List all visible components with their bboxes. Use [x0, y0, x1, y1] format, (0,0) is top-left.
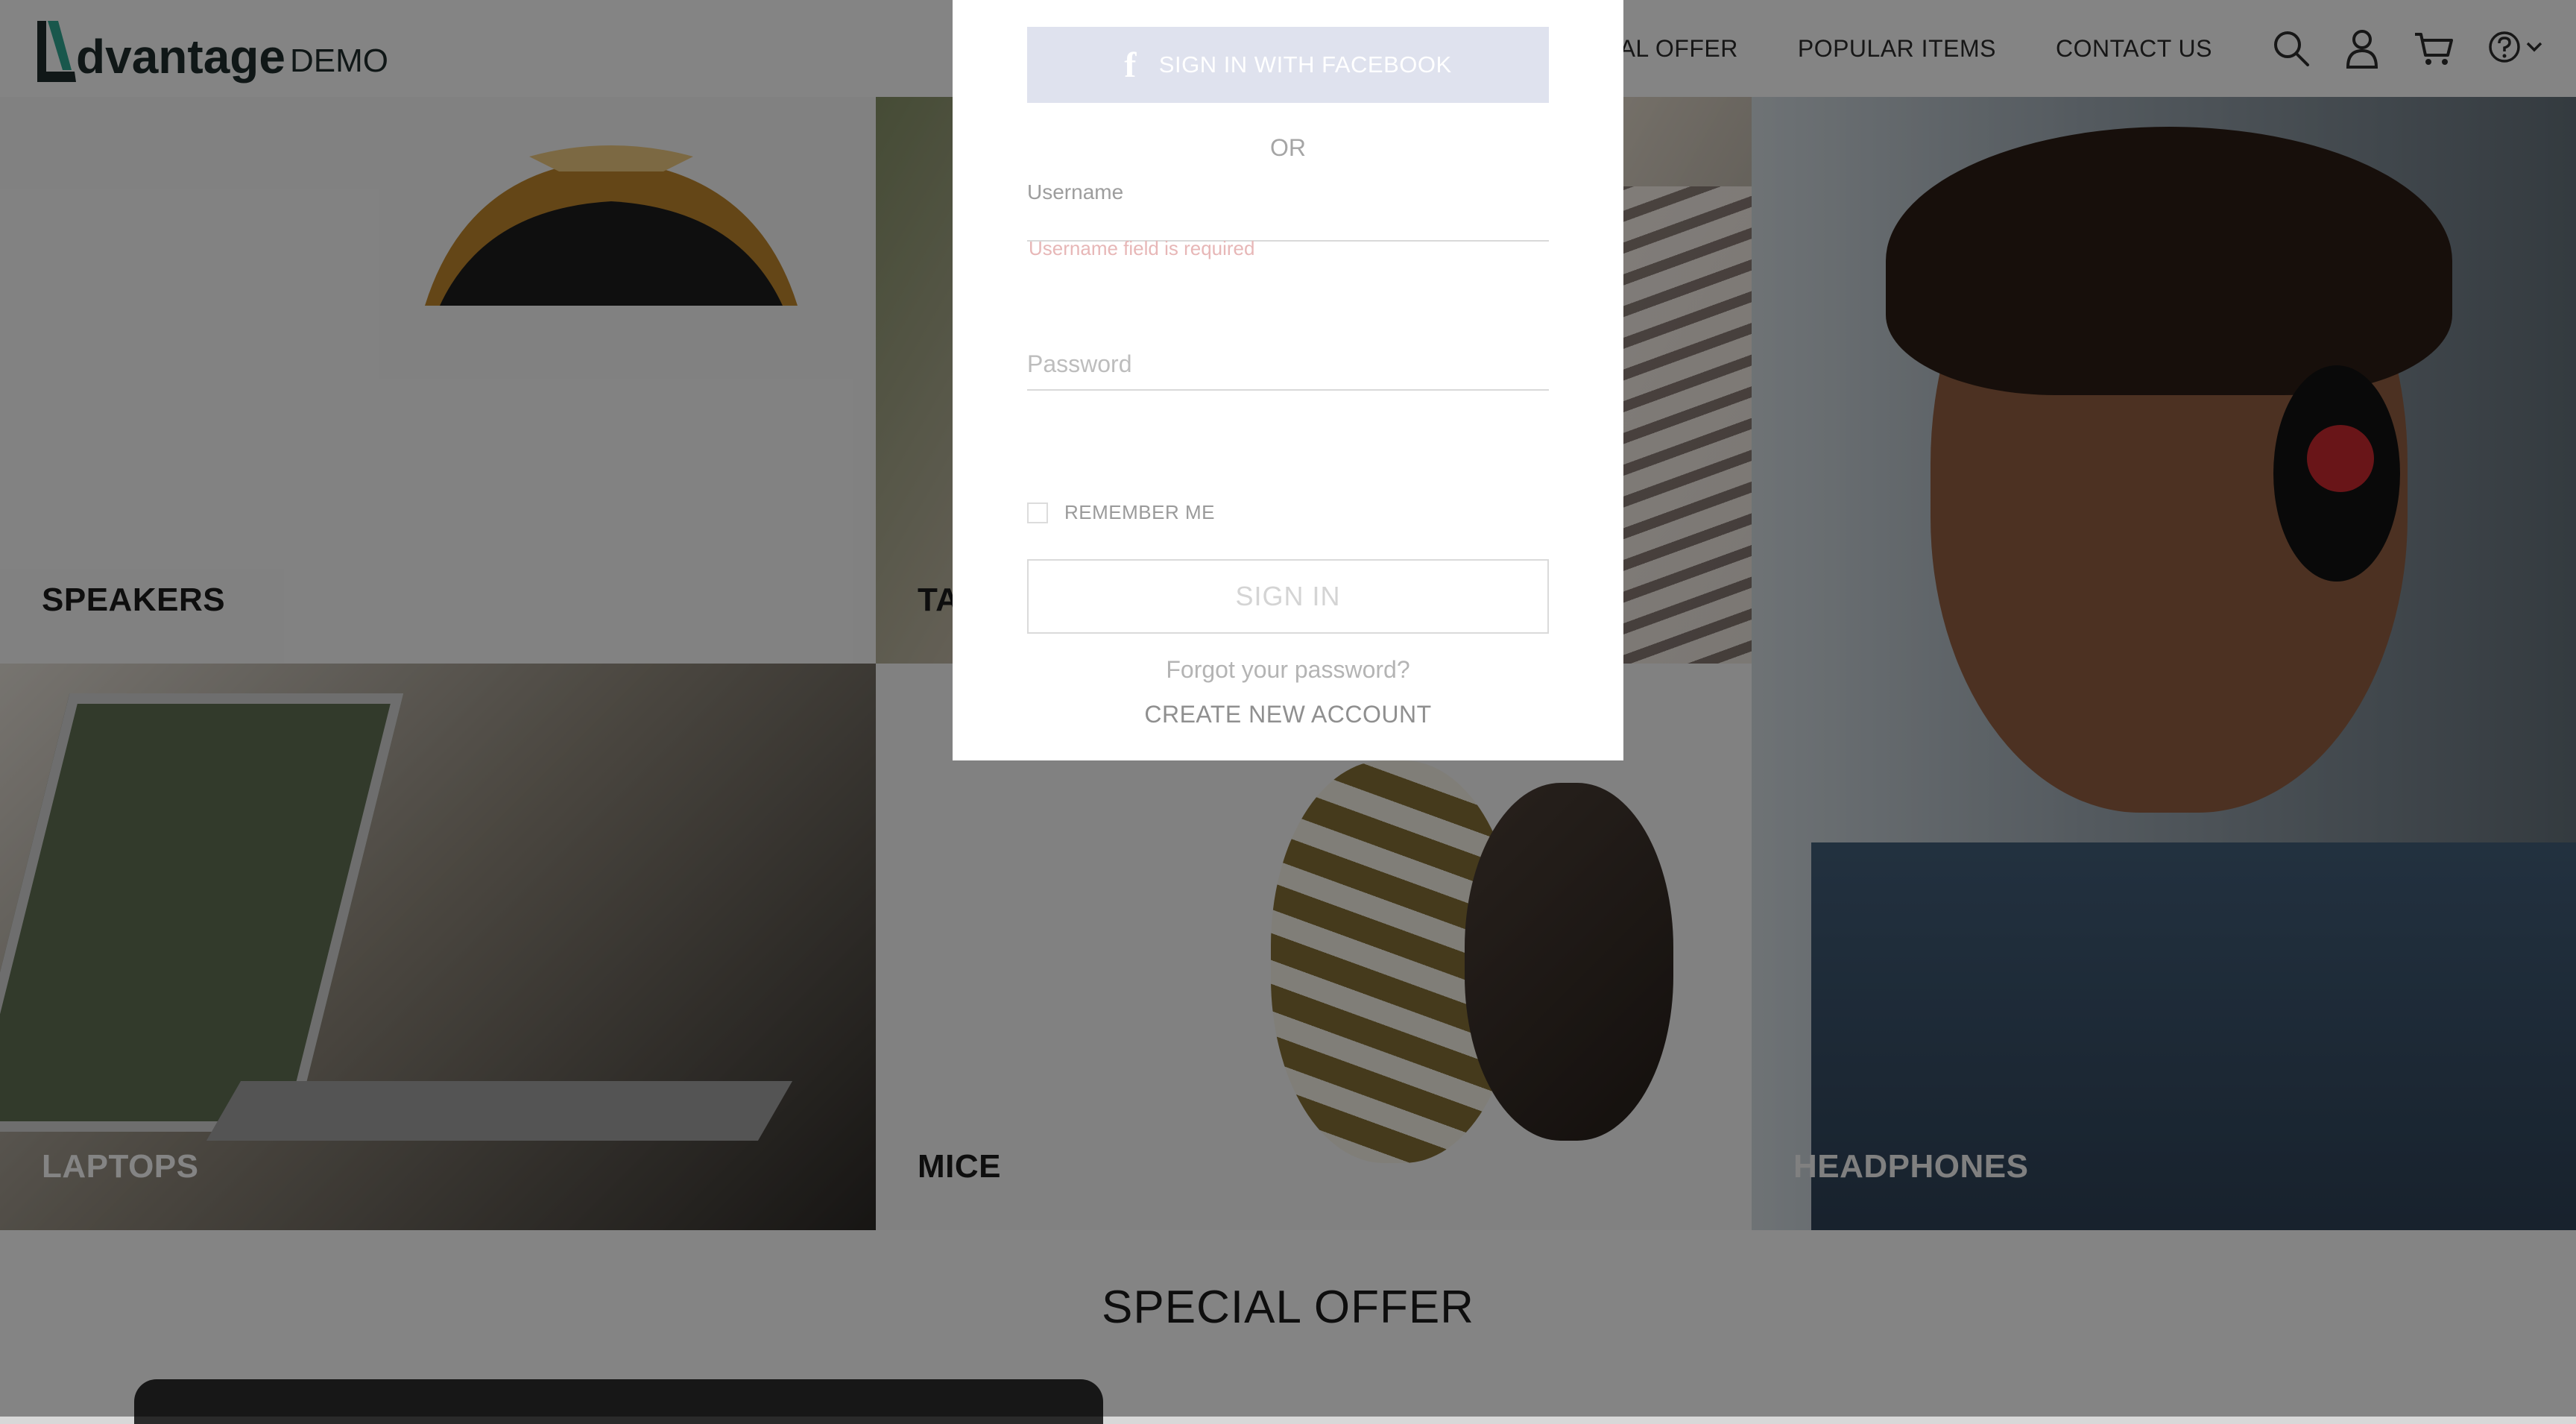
- remember-me-option[interactable]: REMEMBER ME: [1027, 501, 1215, 524]
- forgot-password-link[interactable]: Forgot your password?: [953, 656, 1623, 684]
- facebook-signin-label: SIGN IN WITH FACEBOOK: [1158, 51, 1452, 78]
- sign-in-button[interactable]: SIGN IN: [1027, 559, 1549, 634]
- remember-me-label: REMEMBER ME: [1064, 501, 1215, 523]
- or-separator: OR: [1270, 134, 1306, 161]
- password-input[interactable]: Password: [1027, 350, 1132, 378]
- username-error: Username field is required: [1029, 237, 1255, 259]
- create-account-link[interactable]: CREATE NEW ACCOUNT: [953, 701, 1623, 728]
- facebook-signin-button[interactable]: f SIGN IN WITH FACEBOOK: [1027, 27, 1549, 103]
- login-modal: f SIGN IN WITH FACEBOOK OR Username User…: [953, 0, 1623, 760]
- remember-me-checkbox[interactable]: [1027, 502, 1048, 523]
- username-input[interactable]: [1027, 179, 1549, 240]
- password-underline: [1027, 389, 1549, 391]
- facebook-icon: f: [1124, 45, 1137, 85]
